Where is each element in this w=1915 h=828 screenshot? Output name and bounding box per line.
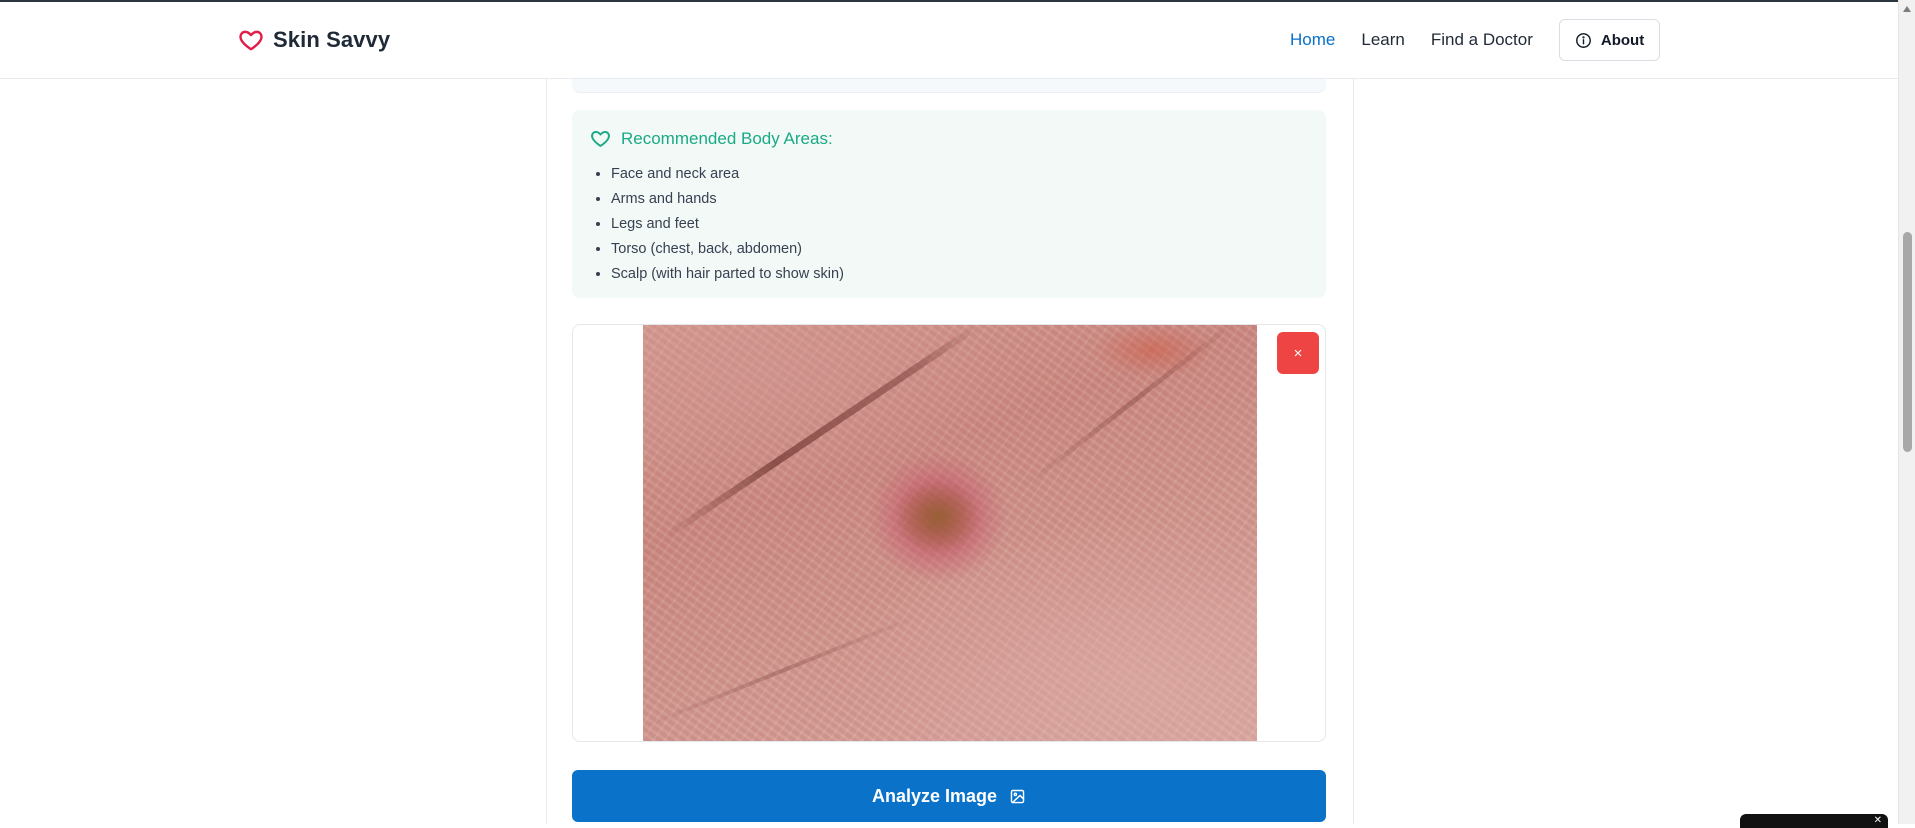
site-header: Skin Savvy Home Learn Find a Doctor Abou…: [0, 2, 1898, 79]
recommended-list: Face and neck area Arms and hands Legs a…: [592, 162, 844, 287]
about-label: About: [1600, 31, 1645, 49]
close-icon: ×: [1293, 344, 1303, 362]
list-item: Face and neck area: [611, 162, 844, 187]
analyze-image-button[interactable]: Analyze Image: [572, 770, 1326, 822]
previous-section-box: [572, 78, 1326, 93]
scrollbar-thumb[interactable]: [1903, 232, 1912, 452]
close-icon[interactable]: ✕: [1874, 814, 1882, 828]
scroll-up-arrow-icon[interactable]: [1903, 6, 1911, 12]
brand-name: Skin Savvy: [273, 27, 391, 52]
uploaded-skin-image: [642, 325, 1257, 741]
remove-image-button[interactable]: ×: [1277, 332, 1319, 374]
list-item: Arms and hands: [611, 187, 844, 212]
recommended-title: Recommended Body Areas:: [590, 128, 833, 149]
heart-icon: [239, 30, 263, 51]
nav-find-a-doctor[interactable]: Find a Doctor: [1431, 30, 1533, 50]
nav-home[interactable]: Home: [1290, 30, 1335, 50]
list-item: Legs and feet: [611, 212, 844, 237]
list-item: Torso (chest, back, abdomen): [611, 237, 844, 262]
info-icon: [1575, 32, 1591, 48]
uploaded-image-card: ×: [572, 324, 1326, 742]
floating-widget[interactable]: ✕: [1740, 814, 1888, 828]
brand-logo[interactable]: Skin Savvy: [238, 27, 390, 53]
image-icon: [1010, 789, 1025, 803]
about-button[interactable]: About: [1558, 19, 1661, 61]
analyze-label: Analyze Image: [871, 785, 998, 806]
skin-crease: [661, 325, 980, 542]
recommended-title-text: Recommended Body Areas:: [621, 128, 833, 148]
main-content-column: Recommended Body Areas: Face and neck ar…: [546, 78, 1354, 824]
nav-learn[interactable]: Learn: [1361, 30, 1404, 50]
recommended-body-areas-panel: Recommended Body Areas: Face and neck ar…: [572, 110, 1326, 298]
page-scrollbar[interactable]: [1898, 0, 1915, 824]
main-nav: Home Learn Find a Doctor About: [1290, 2, 1661, 78]
list-item: Scalp (with hair parted to show skin): [611, 262, 844, 287]
heart-icon: [591, 130, 610, 147]
skin-crease: [642, 612, 922, 729]
skin-crease: [1021, 325, 1246, 490]
